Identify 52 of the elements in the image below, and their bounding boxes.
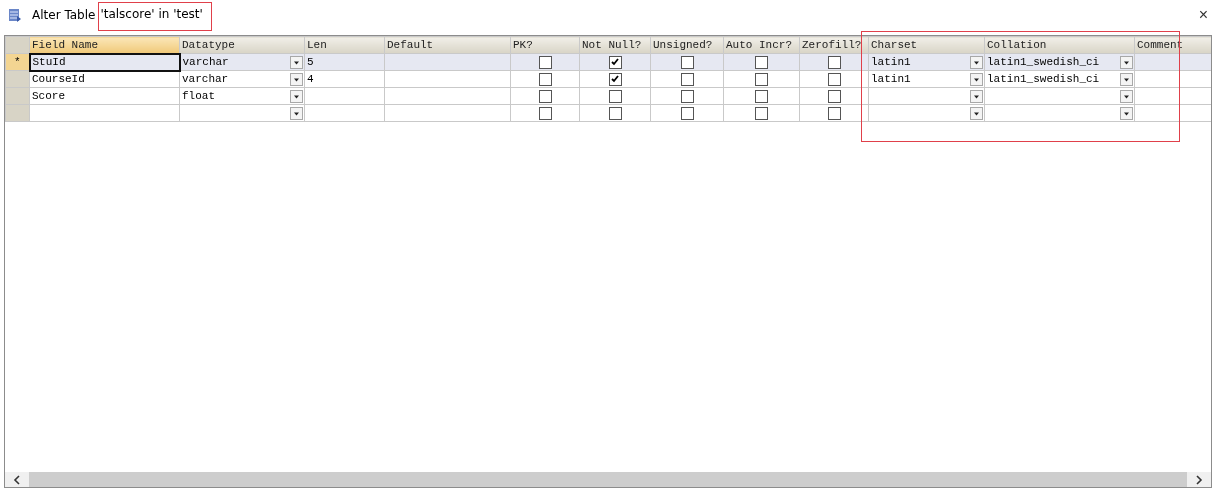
dropdown-button[interactable]	[290, 72, 303, 86]
dropdown-button[interactable]	[290, 89, 303, 103]
column-header[interactable]: PK?	[510, 36, 580, 54]
checkbox[interactable]	[538, 72, 552, 86]
table-cell[interactable]: StuId	[29, 53, 180, 71]
dropdown-button[interactable]	[1120, 72, 1133, 86]
column-header[interactable]: Default	[384, 36, 511, 54]
checkbox[interactable]	[755, 89, 768, 103]
dropdown-button[interactable]	[1120, 106, 1133, 120]
checkbox[interactable]	[827, 55, 841, 69]
checkbox[interactable]	[827, 72, 841, 86]
column-header[interactable]: Collation	[984, 36, 1135, 54]
checkbox[interactable]	[538, 55, 552, 69]
checkbox[interactable]	[755, 55, 768, 69]
checkbox[interactable]	[755, 72, 768, 86]
checkbox[interactable]	[608, 55, 622, 69]
checkbox[interactable]	[827, 106, 841, 120]
column-header[interactable]: Auto Incr?	[723, 36, 800, 54]
combo-value[interactable]: float	[182, 90, 215, 102]
column-header[interactable]: Not Null?	[579, 36, 651, 54]
column-header[interactable]: Field Name	[29, 36, 180, 54]
checkbox[interactable]	[680, 106, 694, 120]
dropdown-button[interactable]	[290, 55, 303, 69]
dropdown-button[interactable]	[1120, 55, 1133, 69]
column-header[interactable]: Zerofill?	[799, 36, 869, 54]
window-title: Alter Table	[32, 8, 96, 22]
dropdown-button[interactable]	[970, 89, 983, 103]
checkbox[interactable]	[608, 89, 622, 103]
dropdown-button[interactable]	[290, 106, 303, 120]
dropdown-button[interactable]	[970, 55, 983, 69]
table-name: 'talscore' in 'test'	[100, 7, 203, 21]
table-icon	[8, 8, 22, 22]
dropdown-button[interactable]	[970, 106, 983, 120]
dropdown-button[interactable]	[1120, 89, 1133, 103]
checkbox[interactable]	[680, 72, 694, 86]
checkbox[interactable]	[680, 55, 694, 69]
scroll-left-icon[interactable]	[13, 474, 21, 485]
checkbox[interactable]	[827, 89, 841, 103]
scroll-right-icon[interactable]	[1195, 474, 1203, 485]
column-header[interactable]: Len	[304, 36, 385, 54]
checkbox[interactable]	[680, 89, 694, 103]
corner-cell[interactable]	[5, 36, 30, 54]
checkbox[interactable]	[538, 106, 552, 120]
close-button[interactable]: ×	[1196, 7, 1210, 23]
column-header[interactable]: Charset	[868, 36, 985, 54]
checkbox[interactable]	[608, 106, 622, 120]
checkbox[interactable]	[608, 72, 622, 86]
checkbox[interactable]	[755, 106, 768, 120]
column-header[interactable]: Unsigned?	[650, 36, 724, 54]
dropdown-button[interactable]	[970, 72, 983, 86]
column-header[interactable]: Datatype	[179, 36, 305, 54]
checkbox[interactable]	[538, 89, 552, 103]
